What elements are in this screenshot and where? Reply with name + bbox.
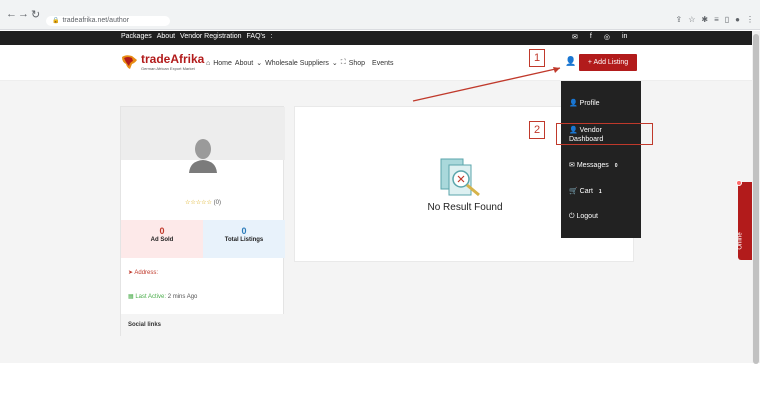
address-label: Address:	[134, 270, 159, 276]
user-icon: 👤	[569, 100, 578, 107]
last-active-row: ▦ Last Active: 2 mins Ago	[128, 293, 197, 300]
instagram-icon[interactable]: ◎	[604, 33, 610, 41]
dropdown-item-cart[interactable]: 🛒 Cart 1	[569, 187, 602, 195]
address-bar[interactable]: 🔒 tradeafrika.net/author	[46, 16, 170, 26]
stats-row: 0 Ad Sold 0 Total Listings	[121, 220, 285, 258]
user-dropdown-menu: 👤 Profile 👤 Vendor Dashboard ✉ Messages …	[561, 81, 641, 238]
location-arrow-icon: ➤	[128, 270, 134, 276]
address-row: ➤ Address:	[128, 269, 158, 276]
reload-icon[interactable]: ↻	[31, 8, 40, 21]
messages-badge: 0	[614, 163, 618, 169]
browser-chrome: ← → ↻ 🔒 tradeafrika.net/author ⇪ ☆ ✱ ≡ ▯ …	[0, 0, 760, 30]
online-indicator	[736, 180, 742, 186]
extension-icon[interactable]: ✱	[701, 15, 708, 24]
cart-badge: 1	[598, 189, 602, 195]
ad-sold-label: Ad Sold	[150, 237, 174, 243]
brand-tagline: German African Export Market	[141, 66, 195, 71]
top-links: Packages About Vendor Registration FAQ's…	[121, 33, 272, 40]
top-link-packages[interactable]: Packages	[121, 33, 152, 40]
total-listings-stat: 0 Total Listings	[203, 220, 285, 258]
back-icon[interactable]: ←	[6, 8, 17, 20]
last-active-label: Last Active:	[135, 294, 167, 300]
scrollbar[interactable]	[752, 31, 760, 364]
dropdown-item-label: Cart	[579, 188, 593, 195]
nav-home[interactable]: Home	[213, 60, 232, 67]
top-bar: Packages About Vendor Registration FAQ's…	[0, 31, 760, 45]
nav-events[interactable]: Events	[372, 60, 393, 67]
annotation-highlight-box	[556, 123, 653, 145]
rating-stars: ☆☆☆☆☆	[185, 200, 212, 206]
ad-sold-stat: 0 Ad Sold	[121, 220, 203, 258]
linkedin-icon[interactable]: in	[622, 33, 627, 41]
calendar-icon: ▦	[128, 294, 134, 300]
annotation-step-2: 2	[529, 121, 545, 139]
power-icon: ⏻	[569, 213, 575, 220]
ad-sold-value: 0	[159, 226, 165, 236]
dropdown-item-logout[interactable]: ⏻ Logout	[569, 213, 598, 221]
dropdown-item-messages[interactable]: ✉ Messages 0	[569, 161, 617, 169]
dropdown-item-label: Logout	[576, 213, 598, 220]
forward-icon[interactable]: →	[18, 8, 29, 20]
total-listings-value: 0	[241, 226, 247, 236]
cart-icon: 🛒	[569, 188, 578, 195]
nav-shop[interactable]: Shop	[349, 60, 365, 67]
social-links-section: Social links	[121, 314, 285, 336]
rating: ☆☆☆☆☆ (0)	[121, 199, 285, 206]
site-header: tradeAfrika German African Export Market…	[0, 45, 760, 81]
profile-icon[interactable]: ●	[735, 15, 740, 24]
nav-about[interactable]: About	[235, 60, 253, 67]
playlist-icon[interactable]: ≡	[714, 15, 719, 24]
scrollbar-thumb[interactable]	[753, 34, 759, 364]
brand-name[interactable]: tradeAfrika	[141, 52, 204, 66]
chevron-down-icon: ⌄	[331, 60, 338, 67]
no-results-icon	[440, 158, 480, 197]
home-icon: ⌂	[206, 59, 211, 67]
annotation-arrow	[412, 67, 561, 102]
add-listing-button[interactable]: + Add Listing	[579, 54, 637, 71]
online-chat-label: Online	[737, 232, 744, 250]
mail-icon[interactable]: ✉	[572, 33, 578, 41]
last-active-value: 2 mins Ago	[167, 294, 198, 300]
share-icon[interactable]: ⇪	[676, 15, 683, 24]
dropdown-item-profile[interactable]: 👤 Profile	[569, 99, 600, 107]
facebook-icon[interactable]: f	[590, 33, 592, 41]
envelope-icon: ✉	[569, 162, 575, 169]
avatar	[189, 139, 217, 173]
chevron-down-icon: ⌄	[256, 60, 263, 67]
nav-wholesale-suppliers[interactable]: Wholesale Suppliers	[265, 60, 329, 67]
star-icon[interactable]: ☆	[688, 15, 695, 24]
main-nav: ⌂ Home About ⌄ Wholesale Suppliers ⌄ ⛶ S…	[206, 59, 393, 67]
vendor-profile-card: ☆☆☆☆☆ (0) 0 Ad Sold 0 Total Listings ➤ A…	[120, 106, 285, 336]
top-link-faqs[interactable]: FAQ's	[247, 33, 266, 40]
top-link-vendor-registration[interactable]: Vendor Registration	[180, 33, 241, 40]
dropdown-item-label: Messages	[576, 162, 609, 169]
sidebar-icon[interactable]: ▯	[725, 15, 729, 24]
rating-count: (0)	[213, 200, 221, 206]
lock-icon: 🔒	[52, 18, 60, 24]
menu-icon[interactable]: ⋮	[746, 15, 754, 24]
top-link-more[interactable]: :	[270, 33, 272, 40]
dropdown-item-label: Profile	[579, 100, 600, 107]
social-icons: ✉ f ◎ in	[572, 33, 627, 41]
browser-toolbar: ⇪ ☆ ✱ ≡ ▯ ● ⋮	[676, 15, 755, 24]
total-listings-label: Total Listings	[224, 237, 264, 243]
logo-icon[interactable]	[120, 54, 138, 70]
basket-icon: ⛶	[340, 59, 346, 66]
address-bar-url: tradeafrika.net/author	[62, 17, 130, 24]
top-link-about[interactable]: About	[157, 33, 175, 40]
